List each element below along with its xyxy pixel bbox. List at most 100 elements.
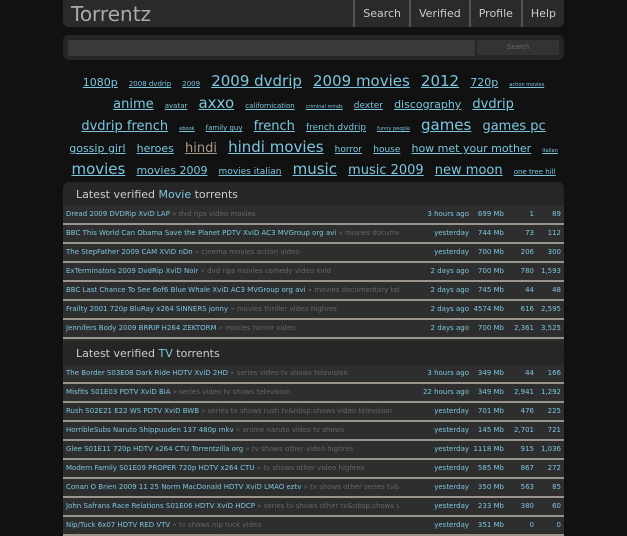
tag-link[interactable]: discography bbox=[394, 98, 461, 111]
logo[interactable]: Torrentz bbox=[63, 2, 353, 26]
tag-link[interactable]: italian bbox=[542, 148, 557, 154]
tag-link[interactable]: 2008 dvdrip bbox=[129, 80, 171, 88]
torrent-row[interactable]: Conan O Brien 2009 11 25 Norm MacDonald … bbox=[63, 479, 564, 498]
torrent-row[interactable]: Misfits S01E03 PDTV XviD BiA » series vi… bbox=[63, 384, 564, 403]
seeds: 2,361 bbox=[513, 324, 534, 332]
torrent-row[interactable]: Glee S01E11 720p HDTV x264 CTU Torrentzi… bbox=[63, 441, 564, 460]
nav-profile[interactable]: Profile bbox=[468, 0, 521, 27]
torrent-row[interactable]: BBC This World Can Obama Save the Planet… bbox=[63, 225, 564, 244]
torrent-link[interactable]: The StepFather 2009 CAM XViD nDn bbox=[66, 248, 193, 256]
torrent-link[interactable]: Glee S01E11 720p HDTV x264 CTU Torrentzi… bbox=[66, 445, 243, 453]
torrent-link[interactable]: BBC Last Chance To See 6of6 Blue Whale X… bbox=[66, 286, 306, 294]
nav-verified[interactable]: Verified bbox=[409, 0, 469, 27]
age: 3 hours ago bbox=[427, 210, 469, 218]
tag-link[interactable]: criminal minds bbox=[306, 104, 343, 110]
torrent-row[interactable]: Modern Family S01E09 PROPER 720p HDTV x2… bbox=[63, 460, 564, 479]
tag-link[interactable]: new moon bbox=[435, 163, 503, 178]
torrent-link[interactable]: Rush S02E21 E22 WS PDTV XviD BWB bbox=[66, 407, 199, 415]
torrent-row[interactable]: Dread 2009 DVDRip XviD LAP » dvd rips vi… bbox=[63, 206, 564, 225]
tag-link[interactable]: 2009 bbox=[182, 80, 200, 88]
torrent-link[interactable]: Misfits S01E03 PDTV XviD BiA bbox=[66, 388, 171, 396]
torrent-row[interactable]: The Border S03E08 Dark Ride HDTV XviD 2H… bbox=[63, 365, 564, 384]
torrent-row[interactable]: Frailty 2001 720p BluRay x264 SiNNERS jo… bbox=[63, 301, 564, 320]
search-button[interactable]: Search bbox=[477, 40, 559, 55]
torrent-row[interactable]: Nip/Tuck 6x07 HDTV RED VTV » tv shows ni… bbox=[63, 517, 564, 536]
seeds: 616 bbox=[520, 305, 534, 313]
torrent-title-cell: Glee S01E11 720p HDTV x264 CTU Torrentzi… bbox=[66, 441, 399, 458]
panel-title: Latest verified Movie torrents bbox=[76, 188, 239, 201]
tag-link[interactable]: house bbox=[373, 145, 400, 155]
torrent-row[interactable]: HorribleSubs Naruto Shippuuden 137 480p … bbox=[63, 422, 564, 441]
tag-link[interactable]: anime bbox=[113, 97, 153, 112]
tag-link[interactable]: music 2009 bbox=[348, 163, 424, 178]
torrent-row[interactable]: BBC Last Chance To See 6of6 Blue Whale X… bbox=[63, 282, 564, 301]
search-bar: Search bbox=[63, 35, 564, 60]
torrent-link[interactable]: HorribleSubs Naruto Shippuuden 137 480p … bbox=[66, 426, 234, 434]
tag-link[interactable]: movies 2009 bbox=[136, 164, 207, 177]
search-input[interactable] bbox=[68, 40, 475, 56]
tag-link[interactable]: movies italian bbox=[219, 167, 282, 177]
tag-link[interactable]: avatar bbox=[165, 102, 188, 110]
tag-link[interactable]: music bbox=[293, 160, 337, 178]
size: 233 Mb bbox=[477, 502, 504, 510]
tag-link[interactable]: french bbox=[254, 119, 295, 134]
tag-link[interactable]: one tree hill bbox=[514, 168, 556, 176]
age: 22 hours ago bbox=[422, 388, 469, 396]
tag-link[interactable]: funny people bbox=[377, 126, 410, 132]
tag-link[interactable]: gossip girl bbox=[69, 142, 125, 155]
torrent-link[interactable]: John Safrans Race Relations S01E06 HDTV … bbox=[66, 502, 255, 510]
tag-link[interactable]: 720p bbox=[470, 76, 498, 89]
torrent-title-cell: Dread 2009 DVDRip XviD LAP » dvd rips vi… bbox=[66, 206, 399, 223]
torrent-link[interactable]: Jennifers Body 2009 BRRIP H264 ZEKTORM bbox=[66, 324, 217, 332]
torrent-row[interactable]: Jennifers Body 2009 BRRIP H264 ZEKTORM »… bbox=[63, 320, 564, 339]
torrent-row[interactable]: ExTerminators 2009 DvdRip XviD Noir » dv… bbox=[63, 263, 564, 282]
tag-link[interactable]: games pc bbox=[482, 119, 545, 134]
torrent-tags: » series tv shows rush tv&nbsp;shows vid… bbox=[201, 407, 393, 415]
tag-link[interactable]: 2012 bbox=[421, 72, 459, 90]
tag-link[interactable]: hindi bbox=[185, 141, 217, 156]
torrent-link[interactable]: Dread 2009 DVDRip XviD LAP bbox=[66, 210, 170, 218]
tag-link[interactable]: 2009 dvdrip bbox=[211, 72, 302, 90]
torrent-link[interactable]: Frailty 2001 720p BluRay x264 SiNNERS jo… bbox=[66, 305, 228, 313]
tag-link[interactable]: family guy bbox=[206, 124, 243, 132]
tag-link[interactable]: dvdrip french bbox=[81, 119, 168, 134]
torrent-title-cell: Misfits S01E03 PDTV XviD BiA » series vi… bbox=[66, 384, 399, 401]
torrent-row[interactable]: Rush S02E21 E22 WS PDTV XviD BWB » serie… bbox=[63, 403, 564, 422]
tag-link[interactable]: horror bbox=[335, 145, 362, 155]
age: yesterday bbox=[434, 445, 469, 453]
nav-help[interactable]: Help bbox=[520, 0, 564, 27]
torrent-tags: » anime naruto video tv shows bbox=[235, 426, 344, 434]
tag-link[interactable]: games bbox=[421, 116, 471, 134]
torrent-title-cell: The StepFather 2009 CAM XViD nDn » cinem… bbox=[66, 244, 399, 261]
torrent-link[interactable]: BBC This World Can Obama Save the Planet… bbox=[66, 229, 336, 237]
tag-link[interactable]: ebook bbox=[179, 126, 194, 132]
tag-link[interactable]: french dvdrip bbox=[306, 123, 366, 133]
tag-link[interactable]: how met your mother bbox=[411, 142, 531, 155]
size: 4574 Mb bbox=[473, 305, 504, 313]
tag-link[interactable]: dexter bbox=[354, 101, 383, 111]
tag-link[interactable]: axxo bbox=[198, 94, 234, 112]
nav-search[interactable]: Search bbox=[353, 0, 409, 27]
torrent-title-cell: ExTerminators 2009 DvdRip XviD Noir » dv… bbox=[66, 263, 399, 280]
tag-link[interactable]: 2009 movies bbox=[313, 72, 410, 90]
torrent-row[interactable]: John Safrans Race Relations S01E06 HDTV … bbox=[63, 498, 564, 517]
tag-link[interactable]: movies bbox=[71, 160, 125, 178]
tag-link[interactable]: hindi movies bbox=[228, 138, 324, 156]
tag-link[interactable]: dvdrip bbox=[472, 97, 513, 112]
torrent-row[interactable]: The StepFather 2009 CAM XViD nDn » cinem… bbox=[63, 244, 564, 263]
torrent-link[interactable]: Conan O Brien 2009 11 25 Norm MacDonald … bbox=[66, 483, 301, 491]
seeds: 206 bbox=[520, 248, 534, 256]
torrent-title-cell: HorribleSubs Naruto Shippuuden 137 480p … bbox=[66, 422, 399, 439]
tag-link[interactable]: action movies bbox=[509, 82, 544, 88]
torrent-link[interactable]: The Border S03E08 Dark Ride HDTV XviD 2H… bbox=[66, 369, 228, 377]
tag-link[interactable]: heroes bbox=[137, 142, 174, 155]
torrent-link[interactable]: Modern Family S01E09 PROPER 720p HDTV x2… bbox=[66, 464, 254, 472]
torrent-link[interactable]: ExTerminators 2009 DvdRip XviD Noir bbox=[66, 267, 198, 275]
torrent-link[interactable]: Nip/Tuck 6x07 HDTV RED VTV bbox=[66, 521, 170, 529]
tag-link[interactable]: californication bbox=[245, 102, 294, 110]
torrent-tags: » tv shows nip tuck video bbox=[172, 521, 262, 529]
seeds: 0 bbox=[529, 521, 534, 529]
tag-link[interactable]: 1080p bbox=[83, 76, 118, 89]
size: 700 Mb bbox=[477, 267, 504, 275]
header: Torrentz Search Verified Profile Help bbox=[63, 0, 564, 27]
